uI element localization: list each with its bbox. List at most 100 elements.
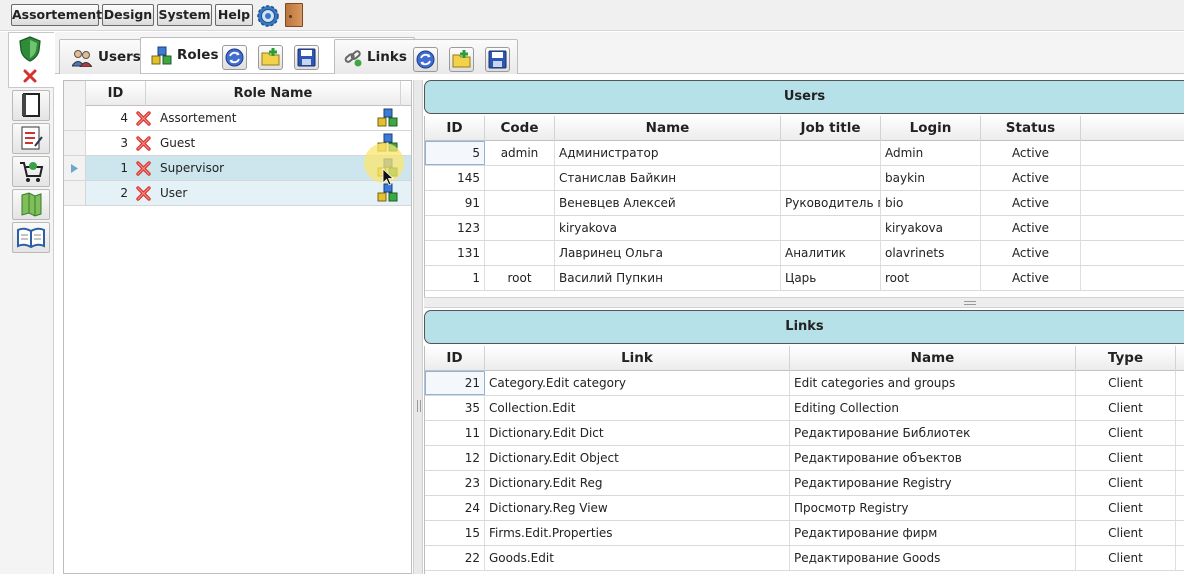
id-cell[interactable]: 91 — [425, 191, 485, 215]
name-cell[interactable]: Василий Пупкин — [555, 266, 781, 290]
id-cell[interactable]: 23 — [425, 471, 485, 495]
id-cell[interactable]: 15 — [425, 521, 485, 545]
login-cell[interactable]: bio — [881, 191, 981, 215]
extra-cell[interactable] — [1176, 496, 1184, 520]
link-cell[interactable]: Dictionary.Edit Object — [485, 446, 790, 470]
type-cell[interactable]: Client — [1076, 421, 1176, 445]
tab-links[interactable]: Links — [334, 39, 518, 74]
link-cell[interactable]: Category.Edit category — [485, 371, 790, 395]
id-cell[interactable]: 24 — [425, 496, 485, 520]
exit-door-icon[interactable] — [285, 3, 303, 27]
extra-cell[interactable] — [1081, 141, 1184, 165]
extra-cell[interactable] — [1081, 241, 1184, 265]
id-cell[interactable]: 145 — [425, 166, 485, 190]
name-cell[interactable]: Редактирование Goods — [790, 546, 1076, 570]
id-cell[interactable]: 5 — [425, 141, 485, 165]
type-cell[interactable]: Client — [1076, 471, 1176, 495]
job-title-cell[interactable] — [781, 216, 881, 240]
code-cell[interactable] — [485, 166, 555, 190]
id-cell[interactable]: 35 — [425, 396, 485, 420]
menu-system[interactable]: System — [157, 4, 212, 26]
delete-role-icon[interactable] — [135, 160, 152, 177]
status-cell[interactable]: Active — [981, 166, 1081, 190]
extra-cell[interactable] — [1176, 546, 1184, 570]
extra-cell[interactable] — [1081, 166, 1184, 190]
open-book-module-icon[interactable] — [12, 222, 50, 253]
column-header-name[interactable]: Name — [790, 346, 1076, 371]
job-title-cell[interactable] — [781, 141, 881, 165]
job-title-cell[interactable]: Аналитик — [781, 241, 881, 265]
role-row[interactable]: 4 Assortement — [64, 106, 411, 131]
extra-cell[interactable] — [1081, 191, 1184, 215]
id-cell[interactable]: 1 — [425, 266, 485, 290]
login-cell[interactable]: baykin — [881, 166, 981, 190]
extra-cell[interactable] — [1081, 216, 1184, 240]
delete-role-icon[interactable] — [135, 110, 152, 127]
column-header-role-name[interactable]: Role Name — [146, 81, 401, 106]
link-cell[interactable]: Collection.Edit — [485, 396, 790, 420]
id-cell[interactable]: 11 — [425, 421, 485, 445]
menu-help[interactable]: Help — [215, 4, 253, 26]
login-cell[interactable]: root — [881, 266, 981, 290]
row-indicator[interactable] — [64, 181, 86, 205]
link-cell[interactable]: Dictionary.Edit Dict — [485, 421, 790, 445]
table-row[interactable]: 145 Станислав Байкин baykin Active — [425, 166, 1184, 191]
settings-gear-icon[interactable] — [256, 4, 280, 28]
horizontal-splitter[interactable] — [424, 297, 1184, 308]
link-cell[interactable]: Dictionary.Edit Reg — [485, 471, 790, 495]
type-cell[interactable]: Client — [1076, 446, 1176, 470]
type-cell[interactable]: Client — [1076, 521, 1176, 545]
vertical-splitter[interactable] — [413, 80, 423, 574]
save-roles-button[interactable] — [294, 45, 319, 70]
id-cell[interactable]: 123 — [425, 216, 485, 240]
menu-assortement[interactable]: Assortement — [11, 4, 102, 26]
column-header-extra[interactable] — [1081, 116, 1184, 141]
table-row[interactable]: 1 root Василий Пупкин Царь root Active — [425, 266, 1184, 291]
extra-cell[interactable] — [1176, 446, 1184, 470]
login-cell[interactable]: Admin — [881, 141, 981, 165]
role-permissions-icon[interactable] — [377, 108, 399, 128]
column-header-login[interactable]: Login — [881, 116, 981, 141]
row-indicator[interactable] — [64, 131, 86, 155]
login-cell[interactable]: kiryakova — [881, 216, 981, 240]
type-cell[interactable]: Client — [1076, 396, 1176, 420]
column-header-code[interactable]: Code — [485, 116, 555, 141]
cart-module-icon[interactable] — [12, 156, 50, 187]
name-cell[interactable]: Editing Collection — [790, 396, 1076, 420]
extra-cell[interactable] — [1176, 521, 1184, 545]
extra-cell[interactable] — [1081, 266, 1184, 290]
column-header-extra[interactable] — [1176, 346, 1184, 371]
type-cell[interactable]: Client — [1076, 371, 1176, 395]
status-cell[interactable]: Active — [981, 241, 1081, 265]
book-module-icon[interactable] — [12, 90, 50, 121]
add-link-button[interactable] — [449, 47, 474, 72]
table-row[interactable]: 131 Лавринец Ольга Аналитик olavrinets Activ… — [425, 241, 1184, 266]
name-cell[interactable]: kiryakova — [555, 216, 781, 240]
table-row[interactable]: 123 kiryakova kiryakova Active — [425, 216, 1184, 241]
column-header-id[interactable]: ID — [425, 116, 485, 141]
map-module-icon[interactable] — [12, 189, 50, 220]
status-cell[interactable]: Active — [981, 266, 1081, 290]
delete-role-icon[interactable] — [135, 185, 152, 202]
save-links-button[interactable] — [485, 47, 510, 72]
link-cell[interactable]: Firms.Edit.Properties — [485, 521, 790, 545]
job-title-cell[interactable]: Руководитель п — [781, 191, 881, 215]
name-cell[interactable]: Просмотр Registry — [790, 496, 1076, 520]
extra-cell[interactable] — [1176, 396, 1184, 420]
name-cell[interactable]: Администратор — [555, 141, 781, 165]
name-cell[interactable]: Редактирование Registry — [790, 471, 1076, 495]
status-cell[interactable]: Active — [981, 216, 1081, 240]
table-row[interactable]: 91 Веневцев Алексей Руководитель п bio Activ… — [425, 191, 1184, 216]
column-header-job-title[interactable]: Job title — [781, 116, 881, 141]
table-row[interactable]: 35 Collection.Edit Editing Collection Clien… — [425, 396, 1184, 421]
code-cell[interactable]: root — [485, 266, 555, 290]
table-row[interactable]: 21 Category.Edit category Edit categories … — [425, 371, 1184, 396]
code-cell[interactable] — [485, 216, 555, 240]
login-cell[interactable]: olavrinets — [881, 241, 981, 265]
role-row[interactable]: 1 Supervisor — [64, 156, 411, 181]
row-indicator[interactable] — [64, 106, 86, 130]
name-cell[interactable]: Лавринец Ольга — [555, 241, 781, 265]
id-cell[interactable]: 131 — [425, 241, 485, 265]
refresh-links-button[interactable] — [413, 47, 438, 72]
column-header-name[interactable]: Name — [555, 116, 781, 141]
